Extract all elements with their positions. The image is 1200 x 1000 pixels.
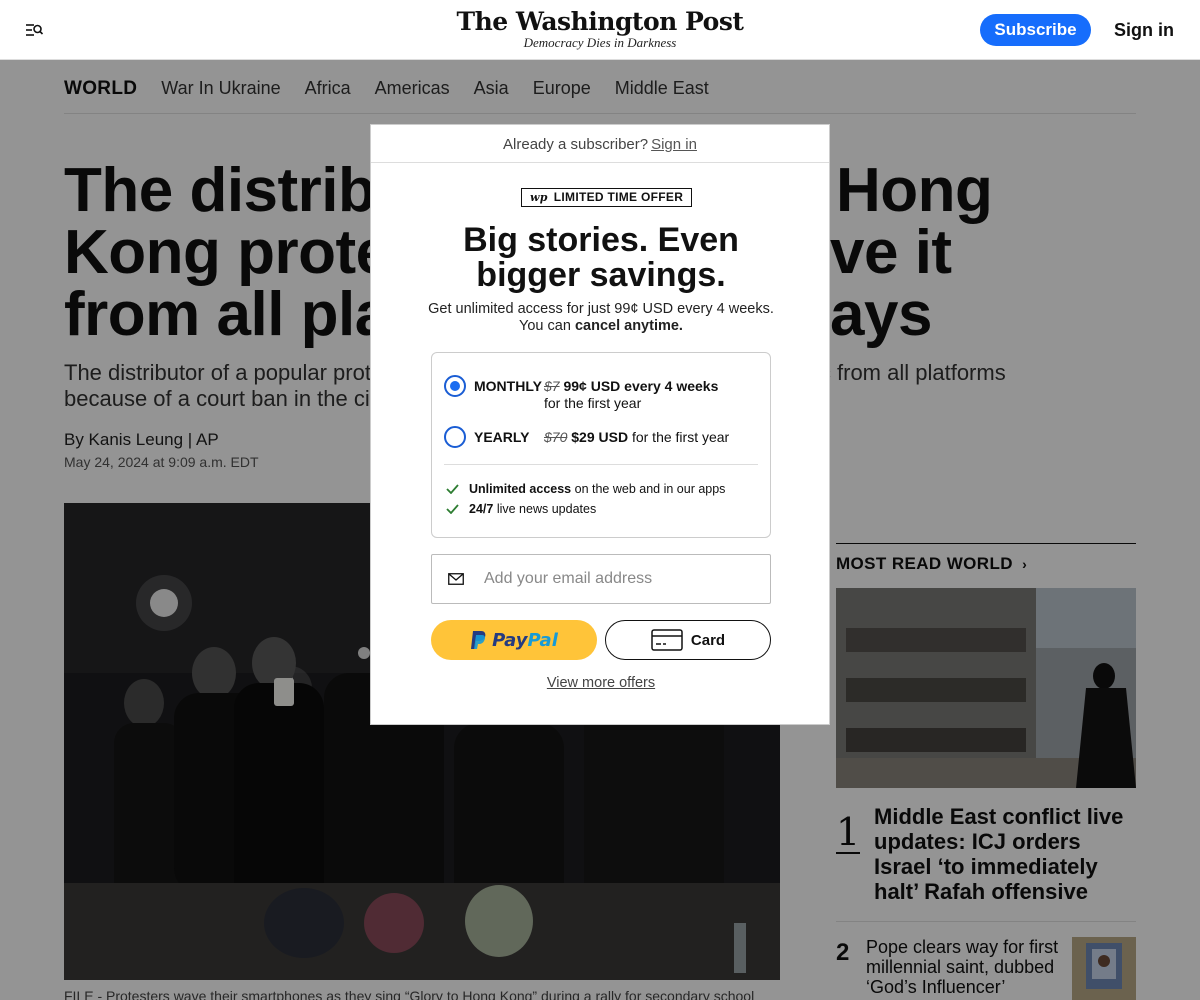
perk-bold: 24/7 <box>469 502 494 516</box>
limited-offer-text: LIMITED TIME OFFER <box>553 190 684 204</box>
already-subscriber-text: Already a subscriber? <box>503 136 649 153</box>
perk-text: Unlimited access on the web and in our a… <box>469 482 725 496</box>
perk-item: Unlimited access on the web and in our a… <box>446 482 725 496</box>
subtitle-bold: cancel anytime. <box>574 318 683 334</box>
site-header: The Washington Post Democracy Dies in Da… <box>0 0 1200 60</box>
perk-rest: on the web and in our apps <box>574 482 726 496</box>
plan-name: MONTHLY <box>474 378 542 394</box>
paywall-title-line: Big stories. Even <box>463 221 739 259</box>
new-price: $29 USD <box>571 429 629 445</box>
plan-monthly[interactable]: MONTHLY $7 99¢ USD every 4 weeks for the… <box>444 375 760 415</box>
old-price: $70 <box>544 429 568 445</box>
paypal-button[interactable]: PayPal <box>431 620 597 660</box>
subscriber-signin-bar: Already a subscriber? Sign in <box>371 125 829 163</box>
check-icon <box>446 484 459 494</box>
plan-options: MONTHLY $7 99¢ USD every 4 weeks for the… <box>431 352 771 538</box>
perk-rest: live news updates <box>496 502 597 516</box>
plan-divider <box>444 464 758 465</box>
subtitle-prefix: You can <box>519 318 571 334</box>
view-more-offers-link[interactable]: View more offers <box>371 675 831 691</box>
monthly-radio[interactable] <box>444 375 466 397</box>
plan-price-line: $7 99¢ USD every 4 weeks <box>544 378 718 394</box>
paywall-title: Big stories. Even bigger savings. <box>371 223 831 293</box>
card-button[interactable]: Card <box>605 620 771 660</box>
perk-bold: Unlimited access <box>469 482 572 496</box>
plan-yearly[interactable]: YEARLY $70 $29 USD for the first year <box>444 426 760 450</box>
paywall-modal: Already a subscriber? Sign in wp LIMITED … <box>370 124 830 725</box>
mail-icon <box>448 573 464 585</box>
paypal-icon <box>471 631 486 649</box>
plan-price-line: $70 $29 USD for the first year <box>544 429 729 445</box>
new-price: 99¢ USD every 4 weeks <box>563 378 719 394</box>
perk-item: 24/7 live news updates <box>446 502 596 516</box>
subscribe-button[interactable]: Subscribe <box>980 14 1091 46</box>
paywall-title-line: bigger savings. <box>476 256 726 294</box>
wp-logo-icon: wp <box>530 191 548 204</box>
signin-button[interactable]: Sign in <box>1108 14 1180 46</box>
check-icon <box>446 504 459 514</box>
email-field[interactable] <box>431 554 771 604</box>
paypal-text-a: Pay <box>492 629 528 651</box>
subtitle-line-2: You can cancel anytime. <box>371 318 831 335</box>
email-input[interactable] <box>484 555 764 603</box>
plan-price-note: for the first year <box>631 429 730 445</box>
yearly-radio[interactable] <box>444 426 466 448</box>
paypal-text-b: Pal <box>527 629 558 651</box>
limited-offer-badge: wp LIMITED TIME OFFER <box>521 188 693 207</box>
perk-text: 24/7 live news updates <box>469 502 596 516</box>
modal-signin-link[interactable]: Sign in <box>651 136 697 153</box>
card-label: Card <box>690 631 726 649</box>
plan-price-note: for the first year <box>544 395 642 411</box>
credit-card-icon <box>651 629 683 651</box>
plan-name: YEARLY <box>474 429 530 445</box>
subtitle-line: Get unlimited access for just 99¢ USD ev… <box>428 301 774 317</box>
old-price: $7 <box>544 378 560 394</box>
paywall-subtitle: Get unlimited access for just 99¢ USD ev… <box>371 301 831 335</box>
